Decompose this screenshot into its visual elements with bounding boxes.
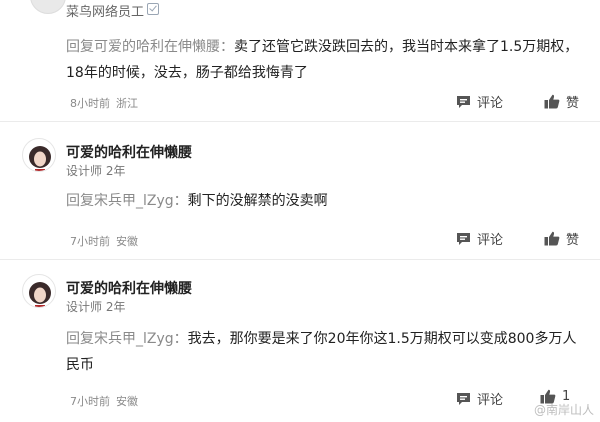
thumbs-up-icon: [544, 94, 560, 109]
comment-label: 评论: [477, 96, 504, 111]
divider: [0, 121, 600, 122]
location: 安徽: [116, 395, 138, 408]
comment-meta: 8小时前 浙江: [70, 95, 138, 111]
username[interactable]: 可爱的哈利在伸懒腰: [66, 278, 192, 298]
reply-text-block: 回复可爱的哈利在伸懒腰：卖了还管它跌没跌回去的，我当时本来拿了1.5万期权，18…: [66, 34, 586, 86]
like-button[interactable]: 赞: [544, 92, 579, 111]
reply-text-block: 回复宋兵甲_lZyg：我去，那你要是来了你20年你这1.5万期权可以变成800多…: [66, 326, 586, 378]
location: 安徽: [116, 235, 138, 248]
comment-button[interactable]: 评论: [456, 389, 503, 408]
comment-label: 评论: [477, 393, 504, 408]
comment-button[interactable]: 评论: [456, 229, 503, 248]
reply-label[interactable]: 回复宋兵甲_lZyg：: [66, 193, 188, 209]
reply-text-block: 回复宋兵甲_lZyg：剩下的没解禁的没卖啊: [66, 188, 586, 214]
comment-button[interactable]: 评论: [456, 92, 503, 111]
like-label: 赞: [566, 233, 580, 248]
comment-meta: 7小时前 安徽: [70, 393, 138, 409]
verified-badge-icon: [147, 3, 159, 15]
avatar[interactable]: [22, 274, 56, 308]
user-meta: 设计师 2年: [66, 164, 126, 178]
timestamp: 7小时前: [70, 235, 110, 248]
top-header: 菜鸟网络员工: [0, 0, 600, 20]
reply-content: 剩下的没解禁的没卖啊: [187, 193, 328, 209]
user-title: 菜鸟网络员工: [66, 5, 145, 20]
watermark-text: @南岸山人: [533, 403, 594, 417]
reply-label[interactable]: 回复宋兵甲_lZyg：: [66, 331, 188, 347]
thumbs-up-icon: [544, 231, 560, 246]
comment-icon: [457, 95, 470, 108]
comment-meta: 7小时前 安徽: [70, 233, 138, 249]
watermark: @南岸山人: [534, 401, 594, 418]
avatar[interactable]: [30, 0, 66, 14]
timestamp: 7小时前: [70, 395, 110, 408]
timestamp: 8小时前: [70, 97, 110, 110]
comment-label: 评论: [477, 233, 504, 248]
username[interactable]: 可爱的哈利在伸懒腰: [66, 142, 192, 162]
comment-icon: [457, 232, 470, 245]
divider: [0, 259, 600, 260]
user-meta: 设计师 2年: [66, 300, 126, 314]
like-label: 赞: [566, 96, 580, 111]
location: 浙江: [116, 97, 138, 110]
comment-icon: [457, 392, 470, 405]
reply-label[interactable]: 回复可爱的哈利在伸懒腰：: [66, 39, 234, 55]
avatar[interactable]: [22, 138, 56, 172]
like-button[interactable]: 赞: [544, 229, 579, 248]
